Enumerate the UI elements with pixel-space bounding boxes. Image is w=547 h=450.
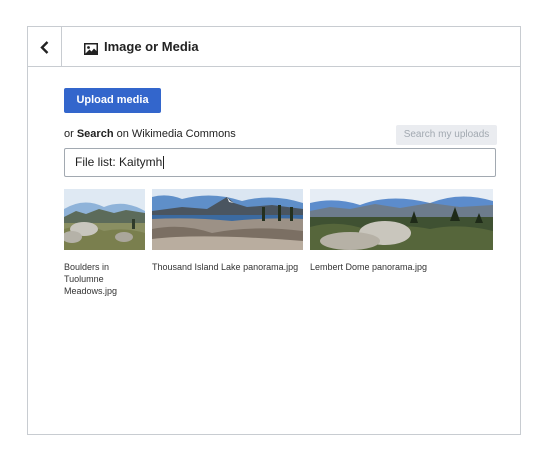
dialog-title: Image or Media — [104, 39, 199, 54]
result-caption-3: Lembert Dome panorama.jpg — [310, 262, 428, 272]
image-icon — [84, 43, 98, 55]
boulders-photo — [64, 189, 145, 250]
chevron-left-icon — [40, 41, 49, 54]
result-thumbnail-1[interactable] — [64, 189, 145, 250]
media-dialog: Image or Media Upload media or Search on… — [27, 26, 521, 435]
search-suffix: on Wikimedia Commons — [113, 128, 236, 140]
result-thumbnail-3[interactable] — [310, 189, 493, 250]
lembert-dome-photo — [310, 189, 493, 250]
search-input[interactable]: File list: Kaitymh — [64, 148, 496, 177]
result-caption-1: Boulders in Tuolumne Meadows.jpg — [64, 262, 118, 296]
text-caret — [163, 156, 165, 170]
result-thumbnail-2[interactable] — [152, 189, 303, 250]
search-description: or Search on Wikimedia Commons — [64, 128, 236, 140]
back-button[interactable] — [28, 27, 62, 66]
search-my-uploads-button[interactable]: Search my uploads — [396, 125, 497, 145]
search-prefix: or — [64, 128, 77, 140]
result-caption-2: Thousand Island Lake panorama.jpg — [152, 262, 299, 272]
search-bold-label: Search — [76, 128, 114, 140]
upload-media-button[interactable]: Upload media — [64, 88, 161, 113]
thousand-island-lake-photo — [152, 189, 303, 250]
dialog-header: Image or Media — [28, 27, 520, 67]
search-input-value: File list: Kaitymh — [75, 155, 163, 169]
